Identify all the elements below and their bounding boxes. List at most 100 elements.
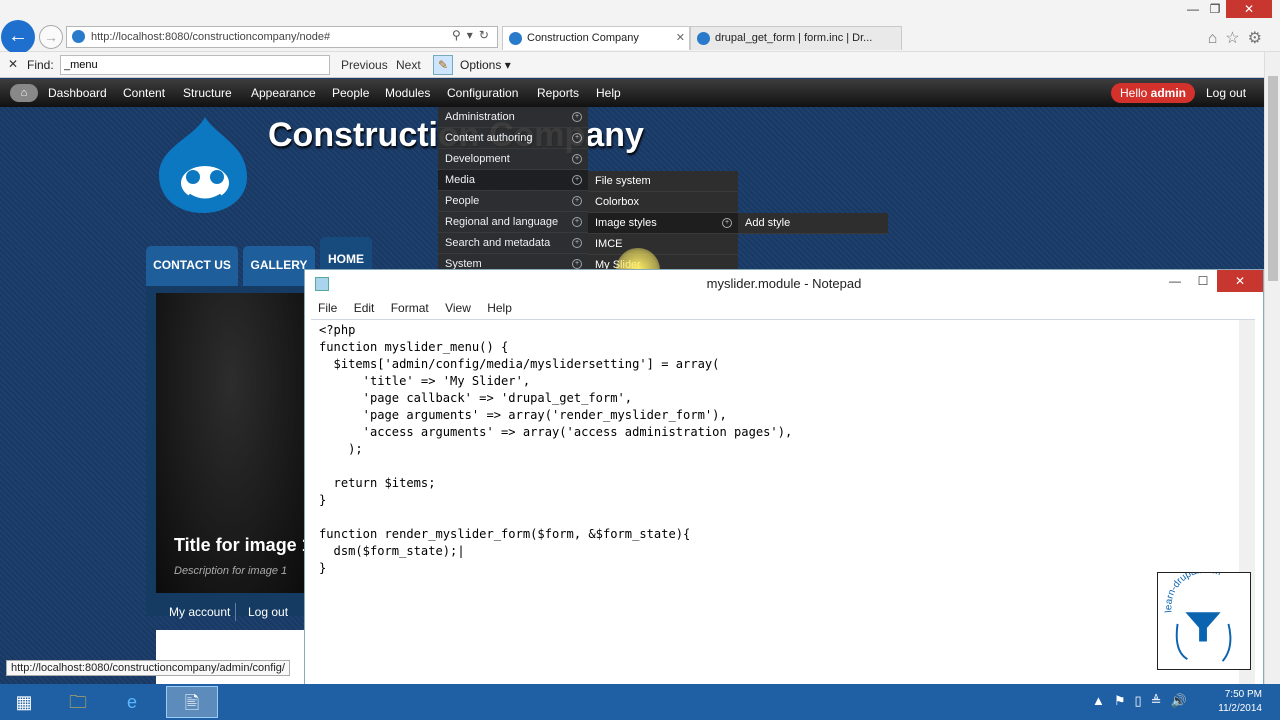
forward-arrow-icon[interactable]: →	[39, 25, 63, 49]
close-icon[interactable]: ✕	[1226, 0, 1272, 18]
address-url: http://localhost:8080/constructioncompan…	[91, 31, 331, 43]
link-divider	[235, 603, 236, 621]
expand-icon: +	[572, 238, 582, 248]
footer-logout-link[interactable]: Log out	[248, 605, 288, 619]
notepad-window: myslider.module - Notepad — ☐ ✕ File Edit …	[304, 269, 1264, 720]
expand-icon: +	[572, 112, 582, 122]
menu-item-label: Add style	[745, 217, 791, 229]
maximize-icon[interactable]: ☐	[1189, 270, 1217, 292]
find-label: Find:	[27, 58, 54, 72]
drupal-favicon-icon	[72, 30, 85, 43]
hello-prefix: Hello	[1119, 86, 1151, 100]
menu-item-label: Development	[445, 153, 510, 165]
menu-item-label: Search and metadata	[445, 237, 551, 249]
home-star-gear-icons[interactable]: ⌂☆⚙	[1208, 28, 1270, 48]
image-styles-submenu: Add style	[738, 213, 888, 234]
system-tray-icons[interactable]: ▲⚑▯≜🔊	[1092, 693, 1196, 709]
menu-item-add-style[interactable]: Add style	[738, 213, 888, 234]
close-icon[interactable]: ✕	[1217, 270, 1263, 292]
search-refresh-icons[interactable]: ⚲▾↻	[452, 28, 495, 42]
notepad-taskbar-icon[interactable]: 🖹	[166, 686, 218, 718]
find-input[interactable]	[60, 55, 330, 75]
my-account-link[interactable]: My account	[169, 605, 230, 619]
learn-drupal-watermark: learn-drupal.com	[1157, 572, 1251, 670]
menu-item-label: Image styles	[595, 217, 657, 229]
highlight-pen-icon[interactable]: ✎	[433, 55, 453, 75]
notepad-menubar: File Edit Format View Help	[305, 298, 1263, 318]
menu-item-media[interactable]: Media +	[438, 170, 588, 191]
options-label: Options	[460, 58, 502, 72]
tab-construction-company[interactable]: Construction Company ✕	[502, 26, 690, 50]
find-options-button[interactable]: Options ▾	[460, 58, 511, 72]
notepad-title: myslider.module - Notepad	[305, 270, 1263, 298]
menu-item-label: IMCE	[595, 238, 623, 250]
menu-item-content-authoring[interactable]: Content authoring +	[438, 128, 588, 149]
toolbar-logout[interactable]: Log out	[1206, 86, 1246, 100]
notepad-icon	[315, 277, 329, 291]
expand-icon: +	[572, 217, 582, 227]
menu-help[interactable]: Help	[487, 298, 512, 318]
expand-icon: +	[572, 154, 582, 164]
notepad-editor[interactable]: <?php function myslider_menu() { $items[…	[311, 319, 1255, 720]
menu-item-label: Content authoring	[445, 132, 533, 144]
toolbar-dashboard[interactable]: Dashboard	[48, 86, 107, 100]
toolbar-help[interactable]: Help	[596, 86, 621, 100]
menu-format[interactable]: Format	[391, 298, 429, 318]
clock-time: 7:50 PM	[1224, 689, 1262, 700]
nav-contact-us[interactable]: CONTACT US	[146, 246, 238, 286]
hello-username: admin	[1150, 86, 1187, 100]
menu-file[interactable]: File	[318, 298, 337, 318]
toolbar-content[interactable]: Content	[123, 86, 165, 100]
slide-description: Description for image 1	[174, 565, 288, 577]
file-explorer-icon[interactable]: 🗀	[56, 686, 100, 718]
home-icon[interactable]: ⌂	[10, 84, 38, 102]
menu-view[interactable]: View	[445, 298, 471, 318]
admin-toolbar: ⌂ Dashboard Content Structure Appearance…	[0, 79, 1264, 107]
page-scrollbar[interactable]	[1264, 52, 1280, 684]
menu-item-image-styles[interactable]: Image styles +	[588, 213, 738, 234]
toolbar-configuration[interactable]: Configuration	[447, 86, 518, 100]
menu-edit[interactable]: Edit	[354, 298, 375, 318]
expand-icon: +	[572, 175, 582, 185]
status-bar-url: http://localhost:8080/constructioncompan…	[6, 660, 290, 676]
menu-item-file-system[interactable]: File system	[588, 171, 738, 192]
tab-label: drupal_get_form | form.inc | Dr...	[715, 32, 873, 44]
find-previous-button[interactable]: Previous	[341, 58, 388, 72]
windows-start-icon[interactable]: ▦	[2, 686, 46, 718]
taskbar-clock[interactable]: 7:50 PM 11/2/2014	[1212, 688, 1262, 716]
toolbar-appearance[interactable]: Appearance	[251, 86, 316, 100]
watermark-text: learn-drupal.com	[1163, 572, 1222, 613]
close-find-icon[interactable]: ✕	[8, 57, 18, 71]
drupal-logo-icon	[159, 117, 247, 213]
toolbar-structure[interactable]: Structure	[183, 86, 232, 100]
drupal-favicon-icon	[509, 32, 522, 45]
menu-item-administration[interactable]: Administration +	[438, 107, 588, 128]
find-next-button[interactable]: Next	[396, 58, 421, 72]
toolbar-people[interactable]: People	[332, 86, 369, 100]
toolbar-modules[interactable]: Modules	[385, 86, 430, 100]
address-bar[interactable]: http://localhost:8080/constructioncompan…	[66, 26, 498, 48]
menu-item-label: Regional and language	[445, 216, 559, 228]
menu-item-label: Administration	[445, 111, 515, 123]
scrollbar-thumb[interactable]	[1268, 76, 1278, 281]
code-text[interactable]: <?php function myslider_menu() { $items[…	[319, 322, 792, 577]
maximize-icon[interactable]: ❐	[1204, 2, 1226, 16]
menu-item-label: File system	[595, 175, 651, 187]
hello-user-badge[interactable]: Hello admin	[1111, 83, 1195, 103]
menu-item-imce[interactable]: IMCE	[588, 234, 738, 255]
minimize-icon[interactable]: —	[1161, 270, 1189, 292]
tab-drupal-get-form[interactable]: drupal_get_form | form.inc | Dr...	[690, 26, 902, 50]
menu-item-people[interactable]: People +	[438, 191, 588, 212]
menu-item-colorbox[interactable]: Colorbox	[588, 192, 738, 213]
toolbar-reports[interactable]: Reports	[537, 86, 579, 100]
close-tab-icon[interactable]: ✕	[676, 27, 685, 49]
expand-icon: +	[572, 259, 582, 269]
menu-item-development[interactable]: Development +	[438, 149, 588, 170]
internet-explorer-icon[interactable]: e	[110, 686, 154, 718]
back-arrow-icon[interactable]: ←	[1, 20, 35, 54]
menu-item-search-metadata[interactable]: Search and metadata +	[438, 233, 588, 254]
media-submenu: File system Colorbox Image styles + IMCE …	[588, 171, 738, 276]
minimize-icon[interactable]: —	[1182, 2, 1204, 16]
drupal-favicon-icon	[697, 32, 710, 45]
menu-item-regional-language[interactable]: Regional and language +	[438, 212, 588, 233]
